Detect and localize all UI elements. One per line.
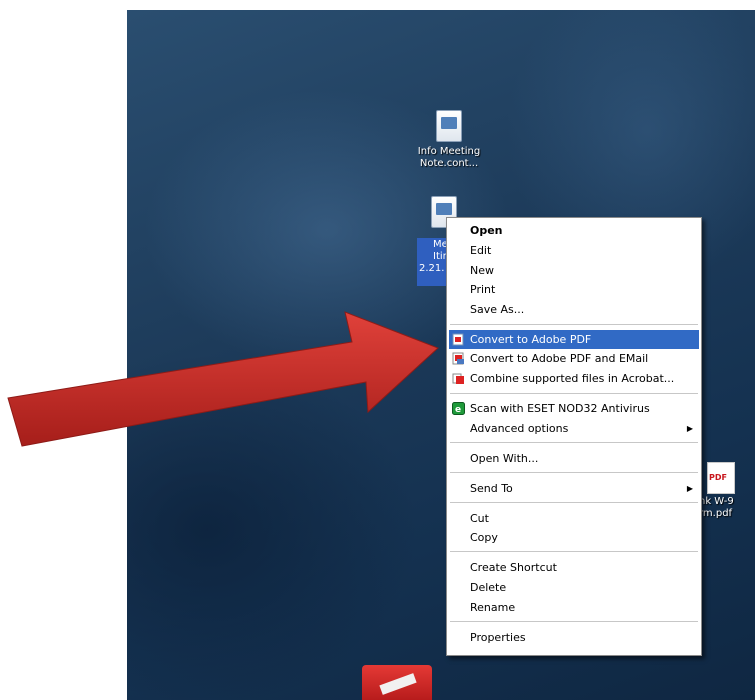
svg-text:e: e [455,405,461,415]
menu-item-cut[interactable]: Cut [449,509,699,528]
menu-item-label: Print [470,283,496,296]
menu-item-label: Advanced options [470,422,569,435]
desktop-icon-label: rm.pdf [699,508,733,519]
menu-item-label: Convert to Adobe PDF and EMail [470,352,649,365]
acrobat-combine-icon [452,373,464,384]
submenu-arrow-icon: ▶ [686,484,693,493]
menu-item-label: Rename [470,601,516,614]
menu-item-label: New [470,264,494,277]
menu-item-label: Save As... [470,303,525,316]
menu-item-label: Properties [470,631,526,644]
context-menu: Open Edit New Print Save As... Convert t… [446,217,702,656]
menu-item-label: Copy [470,531,498,544]
menu-item-convert-to-adobe-pdf[interactable]: Convert to Adobe PDF [449,330,699,349]
desktop-icon-label: Note.cont... [419,158,479,169]
menu-item-label: Delete [470,581,507,594]
menu-item-copy[interactable]: Copy [449,528,699,547]
menu-item-label: Open With... [470,452,539,465]
menu-item-print[interactable]: Print [449,280,699,299]
submenu-arrow-icon: ▶ [686,424,693,433]
menu-item-create-shortcut[interactable]: Create Shortcut [449,558,699,577]
menu-item-label: Combine supported files in Acrobat... [470,372,675,385]
acrobat-desktop-icon[interactable] [362,665,432,700]
red-arrow-annotation [7,311,439,447]
menu-item-send-to[interactable]: Send To ▶ [449,479,699,498]
menu-item-label: Convert to Adobe PDF [470,333,592,346]
menu-item-advanced-options[interactable]: Advanced options ▶ [449,419,699,438]
menu-separator [450,621,698,622]
menu-separator [450,324,698,325]
eset-icon: e [452,402,465,415]
menu-item-label: Create Shortcut [470,561,557,574]
menu-separator [450,442,698,443]
menu-separator [450,551,698,552]
menu-item-scan-eset[interactable]: e Scan with ESET NOD32 Antivirus [449,399,699,418]
selected-label-line: Itin [433,251,449,262]
desktop-icon-w9-pdf[interactable]: nk W-9 rm.pdf [699,462,755,520]
pdf-file-icon [707,462,735,494]
desktop-icon-label: nk W-9 [699,496,734,507]
selected-label-line: 2.21. [419,263,445,274]
adobe-pdf-email-icon [452,352,464,365]
menu-item-label: Open [470,224,503,237]
menu-item-open[interactable]: Open [449,221,699,240]
menu-item-delete[interactable]: Delete [449,578,699,597]
menu-item-edit[interactable]: Edit [449,241,699,260]
menu-item-open-with[interactable]: Open With... [449,449,699,468]
menu-item-label: Send To [470,482,513,495]
adobe-pdf-icon [452,333,464,346]
menu-item-convert-to-adobe-pdf-email[interactable]: Convert to Adobe PDF and EMail [449,349,699,368]
desktop-icon-label: Info Meeting [417,146,481,157]
menu-item-properties[interactable]: Properties [449,628,699,647]
menu-separator [450,472,698,473]
document-icon [436,110,462,142]
desktop-icon-info-meeting-note[interactable]: Info Meeting Note.cont... [414,110,484,170]
menu-item-combine-in-acrobat[interactable]: Combine supported files in Acrobat... [449,369,699,388]
selected-label-line: Me [433,239,448,250]
menu-item-label: Scan with ESET NOD32 Antivirus [470,402,650,415]
menu-item-new[interactable]: New [449,261,699,280]
menu-item-label: Cut [470,512,489,525]
menu-item-label: Edit [470,244,492,257]
menu-separator [450,502,698,503]
menu-item-rename[interactable]: Rename [449,598,699,617]
menu-separator [450,393,698,394]
menu-item-save-as[interactable]: Save As... [449,300,699,319]
